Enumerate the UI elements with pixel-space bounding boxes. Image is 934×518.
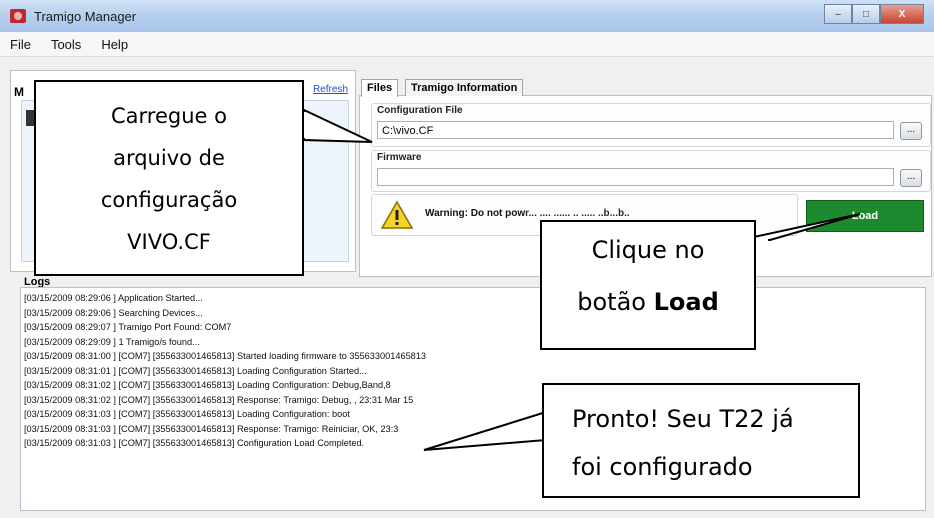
- tab-tramigo-information[interactable]: Tramigo Information: [405, 79, 524, 96]
- device-icon[interactable]: [26, 110, 34, 126]
- log-line: [03/15/2009 08:31:02 ] [COM7] [355633001…: [24, 394, 414, 405]
- callout-text: Clique no: [591, 236, 705, 264]
- close-button[interactable]: X: [880, 4, 924, 24]
- callout-done: Pronto! Seu T22 já foi configurado: [542, 383, 860, 498]
- log-line: [03/15/2009 08:31:03 ] [COM7] [355633001…: [24, 423, 399, 434]
- configuration-file-input[interactable]: C:\vivo.CF: [377, 121, 894, 139]
- minimize-button[interactable]: –: [824, 4, 852, 24]
- callout-pointer-1: [302, 108, 373, 143]
- log-line: [03/15/2009 08:31:02 ] [COM7] [355633001…: [24, 380, 391, 390]
- maximize-button[interactable]: □: [852, 4, 880, 24]
- log-line: [03/15/2009 08:31:03 ] [COM7] [355633001…: [24, 438, 365, 448]
- callout-text: arquivo de: [113, 146, 225, 170]
- log-line: [03/15/2009 08:31:03 ] [COM7] [355633001…: [24, 409, 350, 419]
- menu-bar: File Tools Help: [0, 32, 934, 57]
- callout-pointer-3: [423, 410, 548, 451]
- warning-text: Warning: Do not powr... .... ...... .. .…: [425, 208, 630, 219]
- configuration-browse-button[interactable]: ...: [900, 122, 922, 140]
- callout-click-load: Clique no botão Load: [540, 220, 756, 350]
- log-line: [03/15/2009 08:31:00 ] [COM7] [355633001…: [24, 351, 427, 361]
- callout-text: configuração: [100, 188, 238, 212]
- callout-text: Pronto! Seu T22 já: [572, 405, 794, 433]
- callout-text: foi configurado: [572, 453, 753, 481]
- menu-file[interactable]: File: [0, 37, 41, 52]
- refresh-link[interactable]: Refresh: [313, 84, 348, 95]
- log-line: [03/15/2009 08:29:09 ] 1 Tramigo/s found…: [24, 336, 200, 347]
- devices-label: M: [14, 85, 24, 99]
- callout-text: botão Load: [577, 288, 719, 316]
- firmware-title: Firmware: [377, 152, 422, 163]
- menu-tools[interactable]: Tools: [41, 37, 91, 52]
- firmware-browse-button[interactable]: ...: [900, 169, 922, 187]
- firmware-input[interactable]: [377, 168, 894, 186]
- callout-load-config: Carregue o arquivo de configuração VIVO.…: [34, 80, 304, 276]
- log-line: [03/15/2009 08:29:07 ] Tramigo Port Foun…: [24, 322, 232, 332]
- callout-text: Carregue o: [111, 104, 227, 128]
- log-line: [03/15/2009 08:31:01 ] [COM7] [355633001…: [24, 365, 367, 376]
- window-title: Tramigo Manager: [34, 9, 137, 24]
- log-line: [03/15/2009 08:29:06 ] Searching Devices…: [24, 307, 203, 318]
- tab-files[interactable]: Files: [361, 79, 399, 97]
- app-icon: [10, 9, 26, 23]
- callout-text: VIVO.CF: [127, 230, 211, 254]
- window-controls: – □ X: [824, 4, 924, 24]
- configuration-file-title: Configuration File: [377, 105, 463, 116]
- title-bar[interactable]: Tramigo Manager – □ X: [0, 0, 934, 32]
- menu-help[interactable]: Help: [91, 37, 138, 52]
- warning-icon: [380, 200, 414, 229]
- log-line: [03/15/2009 08:29:06 ] Application Start…: [24, 293, 203, 303]
